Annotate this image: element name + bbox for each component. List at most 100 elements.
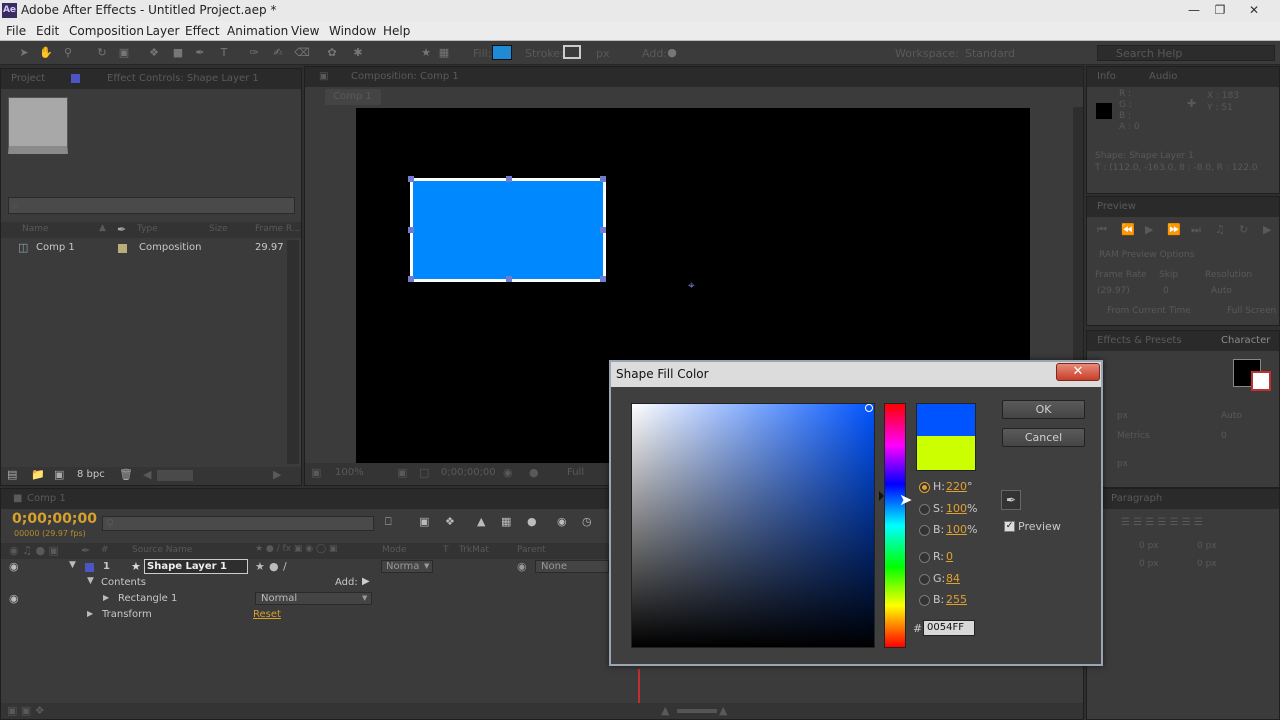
handle-middle-left[interactable]	[408, 227, 414, 233]
comp-lock-icon[interactable]: ▣	[319, 71, 328, 82]
col-name[interactable]: Name	[22, 224, 49, 234]
leading-field[interactable]: Auto	[1221, 411, 1242, 421]
project-item-row[interactable]: ◫ Comp 1 Composition 29.97	[1, 240, 285, 256]
visibility-eye-icon[interactable]: ◉	[9, 560, 19, 573]
pen-tool-icon[interactable]: ✒	[192, 45, 208, 61]
grid-icon[interactable]: ▦	[436, 45, 452, 61]
timeline-search-input[interactable]: ⚲	[102, 516, 374, 531]
space-before-field[interactable]: 0 px	[1197, 559, 1217, 569]
scroll-right-icon[interactable]: ▶	[273, 468, 281, 481]
handle-bottom-left[interactable]	[408, 276, 414, 282]
timeline-close-icon[interactable]: ■	[13, 493, 22, 504]
project-scrollbar[interactable]	[287, 240, 299, 464]
saturation-radio[interactable]	[919, 504, 930, 515]
layer-name-field[interactable]: Shape Layer 1	[144, 559, 248, 574]
interpret-footage-icon[interactable]: ▤	[7, 468, 17, 481]
menu-composition[interactable]: Composition	[69, 24, 144, 38]
cancel-button[interactable]: Cancel	[1002, 428, 1085, 447]
saturation-value[interactable]: 100	[946, 502, 967, 515]
bpc-label[interactable]: 8 bpc	[77, 469, 105, 480]
hue-slider-left-arrow-icon[interactable]	[879, 491, 884, 501]
handle-top-left[interactable]	[408, 176, 414, 182]
indent-right-field[interactable]: 0 px	[1197, 541, 1217, 551]
new-folder-icon[interactable]: 📁	[31, 468, 45, 481]
parent-select[interactable]: None	[535, 560, 609, 573]
tab-composition[interactable]: Composition: Comp 1	[351, 71, 459, 82]
loop-icon[interactable]: ↻	[1239, 223, 1248, 236]
green-radio[interactable]	[919, 574, 930, 585]
pan-behind-tool-icon[interactable]: ❖	[146, 45, 162, 61]
red-radio[interactable]	[919, 552, 930, 563]
layer-label-color[interactable]	[85, 563, 94, 572]
kerning-field[interactable]: Metrics	[1117, 431, 1150, 441]
rotate-tool-icon[interactable]: ↻	[94, 45, 110, 61]
menu-animation[interactable]: Animation	[227, 24, 288, 38]
search-help-input[interactable]: Search Help	[1097, 45, 1275, 61]
tab-effects-presets[interactable]: Effects & Presets	[1097, 335, 1182, 346]
draft-3d-icon[interactable]: ❖	[445, 515, 455, 528]
project-search-input[interactable]: ⌕	[8, 197, 295, 214]
layer-expand-icon[interactable]: ▼	[69, 560, 76, 570]
handle-bottom-right[interactable]	[600, 276, 606, 282]
tab-preview[interactable]: Preview	[1097, 201, 1136, 212]
brush-tool-icon[interactable]: ✑	[246, 45, 262, 61]
show-channel-icon[interactable]: ●	[529, 466, 539, 479]
hand-tool-icon[interactable]: ✋	[38, 45, 54, 61]
hex-input[interactable]: 0054FF	[923, 620, 975, 636]
col-type[interactable]: Type	[137, 224, 158, 234]
original-color-swatch[interactable]	[917, 436, 975, 470]
menu-window[interactable]: Window	[329, 24, 376, 38]
new-comp-icon[interactable]: ▣	[54, 468, 64, 481]
frame-rate-select[interactable]: (29.97)	[1097, 286, 1130, 296]
zoom-out-icon[interactable]: ▲	[661, 704, 669, 717]
dialog-close-button[interactable]: ✕	[1056, 363, 1100, 381]
collapse-switch-icon[interactable]: ★	[255, 560, 265, 573]
reset-link[interactable]: Reset	[253, 609, 281, 620]
comp-breadcrumb[interactable]: Comp 1	[325, 89, 381, 105]
add-menu-label[interactable]: Add:	[335, 577, 358, 588]
blue-value[interactable]: 255	[946, 593, 967, 606]
brightness-radio[interactable]	[919, 525, 930, 536]
puppet-tool-icon[interactable]: ✱	[350, 45, 366, 61]
layer-row[interactable]: ◉ ▼ 1 ★ Shape Layer 1 ★ ● / Norma ▼ ◉ No…	[1, 559, 609, 575]
col-source-name[interactable]: Source Name	[132, 545, 192, 555]
preview-checkbox[interactable]: ✓	[1004, 521, 1015, 532]
character-stroke-color-swatch[interactable]	[1251, 371, 1271, 391]
first-frame-icon[interactable]: ⏮	[1097, 223, 1107, 237]
last-frame-icon[interactable]: ⏭	[1191, 223, 1201, 237]
motion-blur-icon[interactable]: ●	[527, 515, 537, 528]
col-size[interactable]: Size	[209, 224, 227, 234]
contents-row[interactable]: ▼ Contents Add: ▶	[1, 575, 381, 591]
rectangle-row[interactable]: ◉ ▶ Rectangle 1 Normal ▼	[1, 591, 381, 607]
frame-blending-icon[interactable]: ▦	[501, 515, 511, 528]
menu-help[interactable]: Help	[383, 24, 410, 38]
sort-up-icon[interactable]: ▲	[99, 223, 106, 233]
handle-top-center[interactable]	[506, 176, 512, 182]
ok-button[interactable]: OK	[1002, 400, 1085, 419]
resolution-select[interactable]: Auto	[1211, 286, 1232, 296]
anchor-point-icon[interactable]: ⌖	[688, 278, 695, 293]
selection-tool-icon[interactable]: ➤	[16, 45, 32, 61]
comp-mini-flowchart-icon[interactable]: ⎕	[385, 515, 392, 529]
col-frame-rate[interactable]: Frame R...	[255, 224, 300, 234]
indent-left-field[interactable]: 0 px	[1139, 541, 1159, 551]
hue-value[interactable]: 220	[946, 480, 967, 493]
brainstorm-icon[interactable]: ◉	[557, 515, 567, 528]
shape-rectangle[interactable]	[408, 176, 606, 282]
skip-select[interactable]: 0	[1163, 286, 1169, 296]
green-value[interactable]: 84	[946, 572, 960, 585]
quality-slash-icon[interactable]: /	[283, 560, 287, 573]
add-circle-icon[interactable]: ●	[664, 45, 680, 61]
quality-switch-icon[interactable]: ●	[269, 560, 279, 573]
hue-radio[interactable]	[919, 482, 930, 493]
tab-effect-controls[interactable]: Effect Controls: Shape Layer 1	[107, 73, 259, 84]
workspace-select[interactable]: Standard	[965, 47, 1083, 61]
tab-info[interactable]: Info	[1097, 71, 1116, 82]
indent-first-field[interactable]: 0 px	[1139, 559, 1159, 569]
maximize-icon[interactable]: ❐	[1208, 2, 1232, 18]
play-icon[interactable]: ▶	[1145, 223, 1153, 236]
minimize-icon[interactable]: —	[1182, 2, 1206, 18]
color-field-picker-icon[interactable]	[865, 404, 873, 412]
timeline-zoom-slider[interactable]	[677, 709, 717, 713]
transform-expand-icon[interactable]: ▶	[87, 609, 93, 618]
